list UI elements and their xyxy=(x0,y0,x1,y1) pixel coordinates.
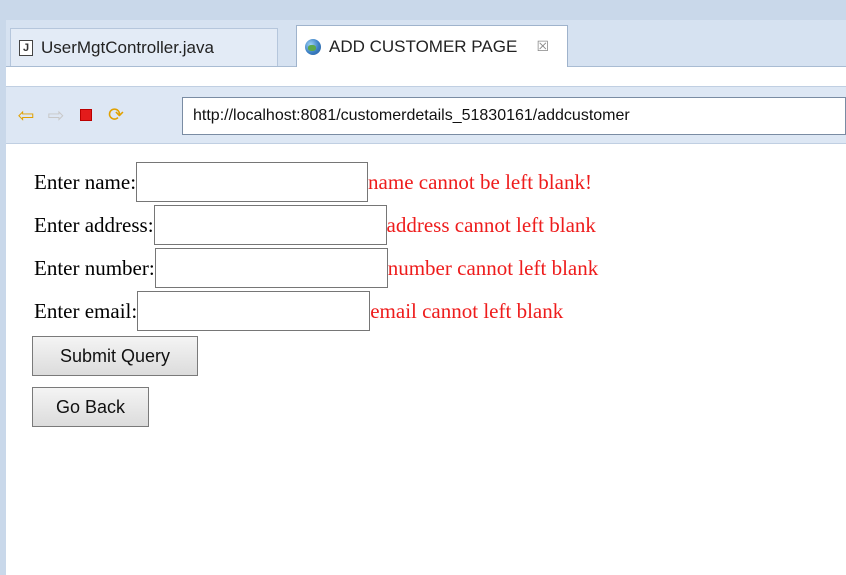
number-label: Enter number: xyxy=(34,255,155,280)
close-tab-icon[interactable]: ☒ xyxy=(536,38,549,55)
email-label: Enter email: xyxy=(34,298,138,323)
name-row: Enter name: name cannot be left blank! xyxy=(34,162,592,202)
number-input[interactable] xyxy=(154,248,388,288)
window-top-strip xyxy=(0,0,846,20)
name-label: Enter name: xyxy=(34,169,137,194)
url-input[interactable]: http://localhost:8081/customerdetails_51… xyxy=(182,97,846,135)
go-back-button[interactable]: Go Back xyxy=(32,387,149,427)
number-row: Enter number: number cannot left blank xyxy=(34,248,598,288)
submit-query-button[interactable]: Submit Query xyxy=(32,336,198,376)
tab-add-customer-page[interactable]: ADD CUSTOMER PAGE ☒ xyxy=(296,25,568,67)
stop-icon[interactable] xyxy=(76,105,96,125)
java-file-icon: J xyxy=(19,39,33,56)
email-row: Enter email: email cannot left blank xyxy=(34,291,563,331)
refresh-icon[interactable]: ⟳ xyxy=(106,105,126,126)
tab-label: ADD CUSTOMER PAGE xyxy=(329,36,518,56)
tab-label: UserMgtController.java xyxy=(41,37,214,57)
address-error: address cannot left blank xyxy=(386,212,596,237)
globe-icon xyxy=(305,38,321,55)
email-input[interactable] xyxy=(137,291,371,331)
browser-toolbar: ⇦ ⇨ ⟳ http://localhost:8081/customerdeta… xyxy=(6,86,846,144)
address-row: Enter address: address cannot left blank xyxy=(34,205,596,245)
number-error: number cannot left blank xyxy=(387,255,599,280)
forward-arrow-icon[interactable]: ⇨ xyxy=(46,105,66,127)
address-input[interactable] xyxy=(153,205,387,245)
page-content: Enter name: name cannot be left blank! E… xyxy=(6,144,846,575)
email-error: email cannot left blank xyxy=(370,298,564,323)
tab-usermgtcontroller[interactable]: J UserMgtController.java xyxy=(10,28,278,66)
address-label: Enter address: xyxy=(34,212,154,237)
back-arrow-icon[interactable]: ⇦ xyxy=(16,105,36,127)
editor-tab-bar: J UserMgtController.java ADD CUSTOMER PA… xyxy=(0,20,846,67)
name-input[interactable] xyxy=(136,162,369,202)
name-error: name cannot be left blank! xyxy=(368,169,592,194)
